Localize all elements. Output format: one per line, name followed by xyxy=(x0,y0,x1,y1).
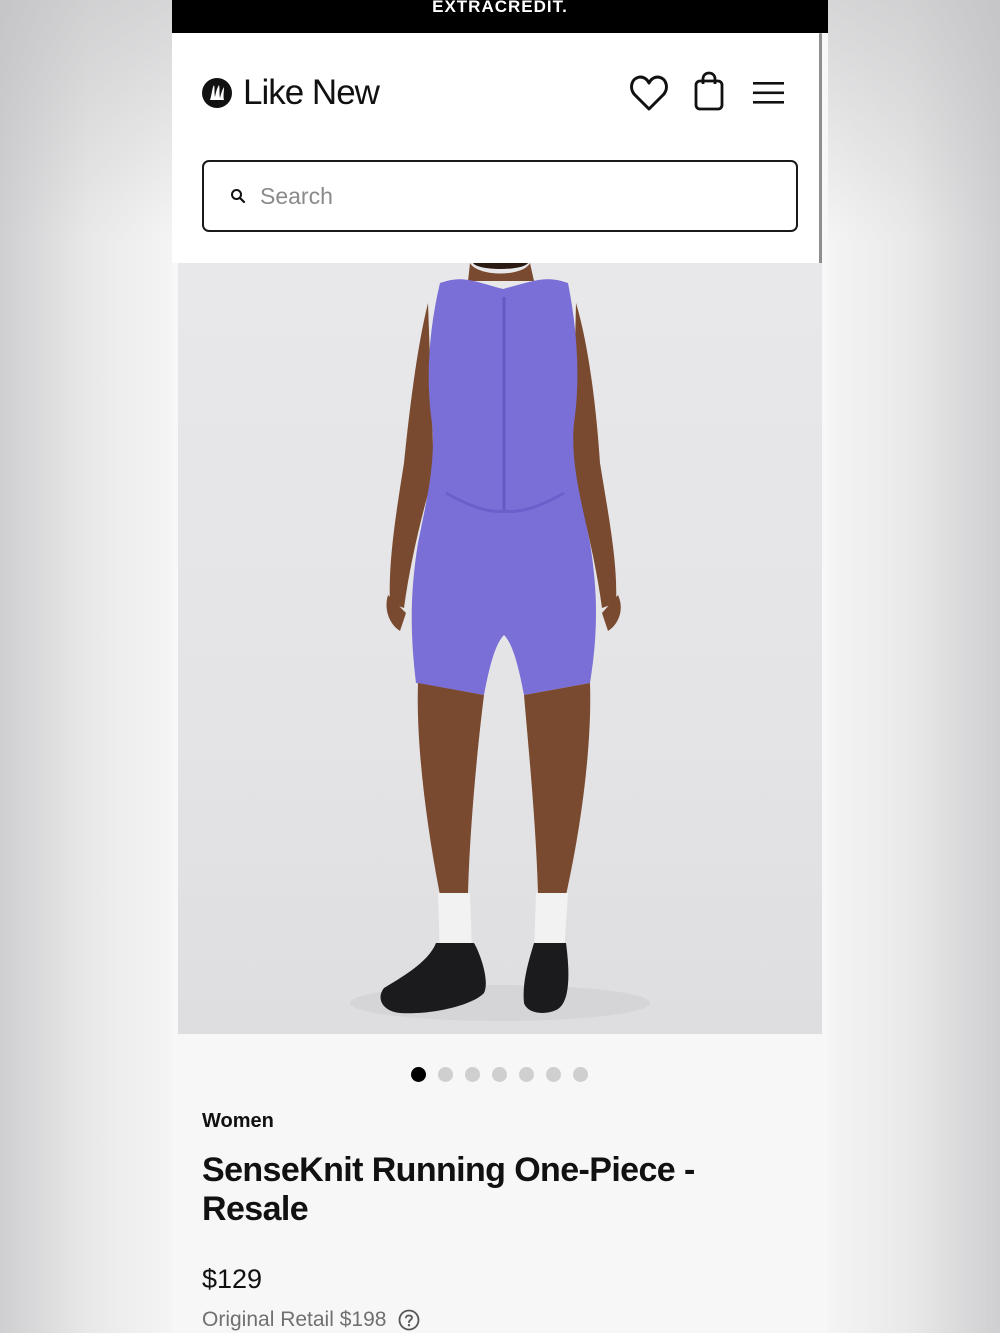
carousel-dot-4[interactable] xyxy=(492,1067,507,1082)
product-title: SenseKnit Running One-Piece - Resale xyxy=(202,1151,695,1228)
promo-banner[interactable]: EXTRACREDIT. xyxy=(172,0,828,33)
carousel-dot-1[interactable] xyxy=(411,1067,426,1082)
carousel-dot-5[interactable] xyxy=(519,1067,534,1082)
menu-icon[interactable] xyxy=(752,79,785,107)
promo-text: EXTRACREDIT. xyxy=(432,0,568,16)
logo-text: Like New xyxy=(243,73,380,112)
carousel-dot-6[interactable] xyxy=(546,1067,561,1082)
original-retail-text: Original Retail $198 xyxy=(202,1308,387,1331)
scrollbar[interactable] xyxy=(819,33,822,268)
site-header: Like New xyxy=(172,33,822,263)
heart-icon[interactable] xyxy=(629,74,669,112)
search-input[interactable] xyxy=(260,182,760,210)
site-logo[interactable]: Like New xyxy=(202,73,380,112)
search-icon xyxy=(231,189,246,204)
carousel-dot-7[interactable] xyxy=(573,1067,588,1082)
model-illustration xyxy=(350,263,650,1021)
shopping-bag-icon[interactable] xyxy=(693,71,725,111)
original-retail: Original Retail $198 xyxy=(202,1308,420,1332)
carousel-dot-2[interactable] xyxy=(438,1067,453,1082)
lululemon-logo-icon xyxy=(202,78,232,108)
search-field[interactable] xyxy=(202,160,798,232)
carousel-dot-3[interactable] xyxy=(465,1067,480,1082)
product-category: Women xyxy=(202,1110,274,1132)
mobile-page: EXTRACREDIT. Like New Search Women Sense… xyxy=(172,0,828,1333)
help-icon[interactable] xyxy=(398,1309,420,1331)
product-image[interactable] xyxy=(178,263,822,1034)
product-price: $129 xyxy=(202,1264,263,1294)
image-carousel-dots xyxy=(411,1067,588,1082)
